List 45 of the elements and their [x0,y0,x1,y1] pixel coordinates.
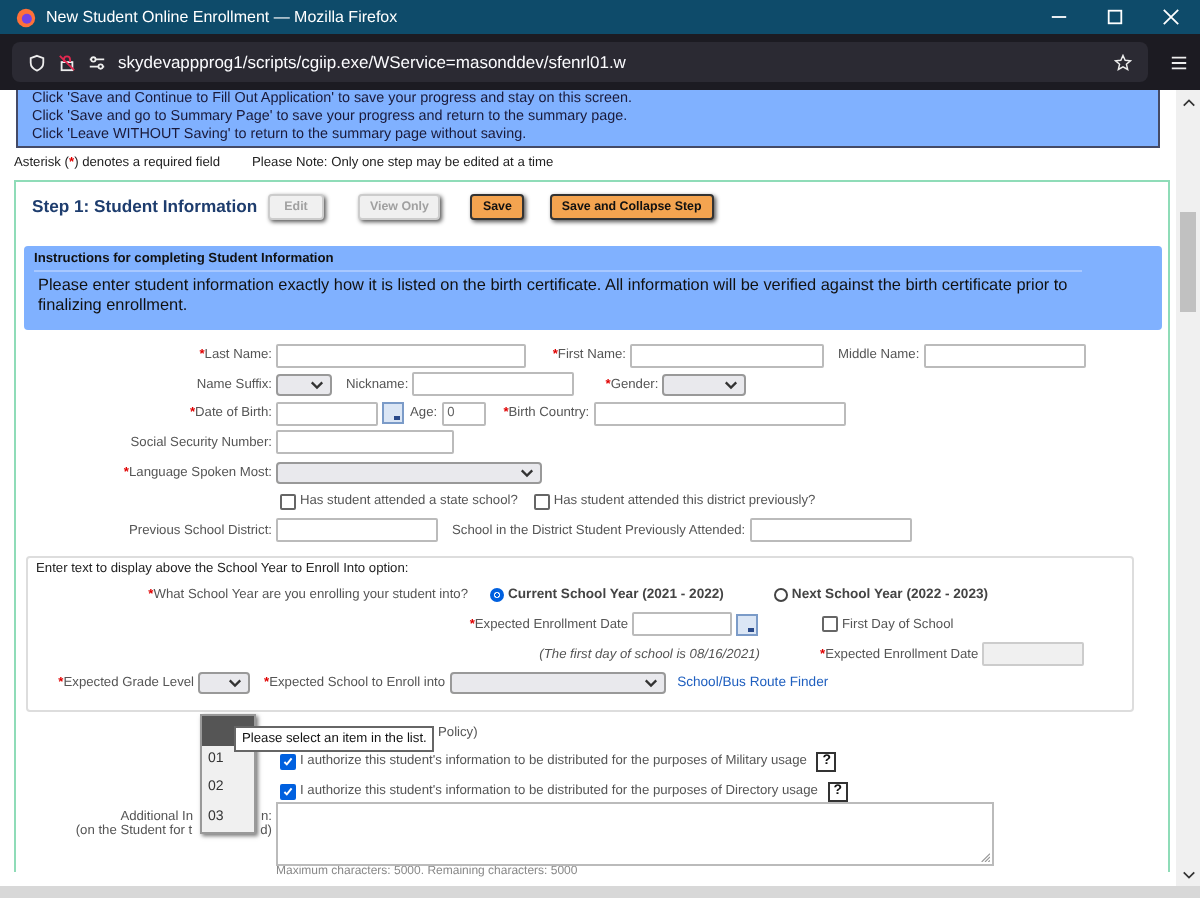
checkbox[interactable] [280,783,296,800]
checkbox[interactable] [280,753,296,770]
text-field[interactable] [630,343,824,368]
star-icon[interactable] [1114,53,1132,71]
chevron-icon [643,678,658,689]
dropdown[interactable] [449,672,666,695]
text-field[interactable] [276,430,454,455]
text-field[interactable] [276,401,378,426]
menu-icon[interactable] [1170,53,1188,71]
scroll-down-icon[interactable] [1181,870,1195,880]
url-text: skydevappprog1/scripts/cgiip.exe/WService=masonddev/sfenrl01.w [118,52,626,72]
maximize-icon[interactable] [1106,8,1124,26]
chevron-icon [228,678,242,689]
dropdown[interactable] [276,461,542,484]
text-field[interactable] [412,372,575,397]
text-field[interactable] [923,343,1086,368]
scroll-thumb[interactable] [1180,212,1196,312]
calendar-button-icon[interactable] [382,402,404,425]
chevron-icon [520,467,534,478]
text-field[interactable] [749,518,912,543]
text-field[interactable] [276,343,526,368]
window-title: New Student Online Enrollment — Mozilla Firefox [46,8,398,26]
text-field[interactable] [632,612,732,637]
calendar-button-icon[interactable] [736,613,758,636]
browser-logo-icon [16,7,36,27]
text-field[interactable] [276,518,438,543]
scrollbar[interactable] [1176,90,1200,886]
close-icon[interactable] [1162,8,1180,26]
scroll-up-icon[interactable] [1181,98,1195,108]
dropdown[interactable] [198,672,250,695]
sliders-icon[interactable] [88,53,106,71]
address-bar[interactable]: skydevappprog1/scripts/cgiip.exe/WService=masonddev/sfenrl01.w [12,42,1148,82]
shield-icon[interactable] [28,53,46,71]
dropdown[interactable] [662,373,747,396]
checkbox[interactable] [280,493,296,510]
lock-crossed-icon[interactable] [58,53,76,71]
chevron-icon [724,379,739,390]
checkbox[interactable] [533,493,550,510]
dropdown[interactable] [276,373,332,396]
resize-grip-icon [980,851,990,862]
checkbox[interactable] [822,616,838,633]
text-field[interactable] [593,401,846,426]
instructions-text: Please enter student information exactly how it is listed on the birth certificate. All information will be verified against the birth certificate prior to finalizing enrollment. [36,274,1070,317]
step-title: Step 1: Student Information [32,196,260,217]
chevron-icon [310,379,324,390]
